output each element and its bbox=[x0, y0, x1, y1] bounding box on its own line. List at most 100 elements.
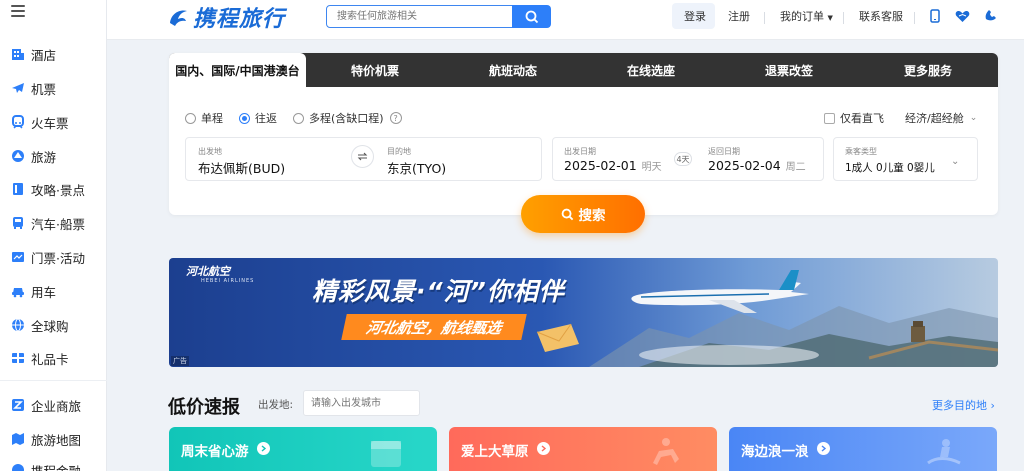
bus-icon bbox=[11, 216, 25, 230]
my-orders-menu[interactable]: 我的订单 ▼ bbox=[780, 8, 833, 26]
departure-city-input[interactable] bbox=[304, 391, 419, 415]
banner-scenery bbox=[536, 270, 998, 367]
promo-card-weekend[interactable]: 周末省心游 bbox=[169, 427, 437, 471]
to-value: 东京(TYO) bbox=[387, 161, 447, 176]
return-date-value: 2025-02-04 周二 bbox=[708, 158, 806, 173]
sidebar-item-label: 火车票 bbox=[31, 115, 69, 131]
login-link[interactable]: 登录 bbox=[684, 8, 706, 26]
return-date-field[interactable]: 返回日期 2025-02-04 周二 bbox=[697, 138, 825, 180]
sidebar-item-travel[interactable]: 旅游 bbox=[0, 144, 107, 168]
calendar-decor-icon bbox=[371, 441, 401, 467]
arrow-right-icon bbox=[817, 442, 830, 455]
ad-tag: 广告 bbox=[171, 356, 189, 366]
sidebar-item-guide[interactable]: 攻略·景点 bbox=[0, 177, 107, 201]
service-phone-icon[interactable] bbox=[983, 8, 999, 24]
search-icon bbox=[561, 208, 573, 220]
favorites-heart-icon[interactable] bbox=[954, 8, 970, 24]
menu-icon[interactable] bbox=[11, 5, 25, 19]
tab-domestic-international[interactable]: 国内、国际/中国港澳台 bbox=[169, 53, 306, 87]
depart-label: 出发日期 bbox=[564, 147, 596, 156]
direct-only-label: 仅看直飞 bbox=[840, 112, 884, 125]
return-weekday: 周二 bbox=[785, 162, 806, 173]
booking-tabbar: 国内、国际/中国港澳台 特价机票 航班动态 在线选座 退票改签 更多服务 bbox=[169, 53, 998, 87]
sidebar-item-label: 机票 bbox=[31, 81, 57, 97]
globe-icon bbox=[11, 318, 25, 332]
promo-card-seaside[interactable]: 海边浪一浪 bbox=[729, 427, 997, 471]
from-value: 布达佩斯(BUD) bbox=[198, 161, 286, 176]
dolphin-logo-icon bbox=[170, 10, 187, 26]
tab-special-fares[interactable]: 特价机票 bbox=[306, 53, 444, 87]
ctrip-logo[interactable]: 携程旅行 bbox=[167, 4, 285, 32]
flight-search-button[interactable]: 搜索 bbox=[521, 195, 645, 233]
return-label: 返回日期 bbox=[708, 147, 740, 156]
sidebar-item-global-shop[interactable]: 全球购 bbox=[0, 313, 107, 337]
ad-banner[interactable]: 河北航空 HEBEI AIRLINES 精彩风景·“河”你相伴 河北航空，航线甄… bbox=[169, 258, 998, 367]
sidebar-item-bus[interactable]: 汽车·船票 bbox=[0, 211, 107, 235]
tab-more-services[interactable]: 更多服务 bbox=[858, 53, 998, 87]
swap-cities-button[interactable] bbox=[351, 145, 374, 168]
radio-label: 往返 bbox=[255, 112, 277, 125]
flight-booking-card: 国内、国际/中国港澳台 特价机票 航班动态 在线选座 退票改签 更多服务 单程 … bbox=[169, 53, 998, 215]
sidebar-item-finance[interactable]: 携程金融 bbox=[0, 458, 107, 471]
sidebar-item-car[interactable]: 用车 bbox=[0, 279, 107, 303]
sidebar-item-giftcard[interactable]: 礼品卡 bbox=[0, 346, 107, 370]
business-icon bbox=[11, 398, 25, 412]
mobile-app-icon[interactable] bbox=[927, 8, 943, 24]
promo-card-grassland[interactable]: 爱上大草原 bbox=[449, 427, 717, 471]
depart-date-field[interactable]: 出发日期 2025-02-01 明天 bbox=[553, 138, 683, 180]
sidebar: 酒店 机票 火车票 旅游 攻略·景点 汽车·船票 门票·活动 用车 全球购 礼品… bbox=[0, 0, 107, 471]
search-button[interactable] bbox=[512, 5, 551, 28]
tab-online-seat[interactable]: 在线选座 bbox=[582, 53, 720, 87]
trip-duration-badge: 4天 bbox=[674, 152, 692, 166]
radio-circle bbox=[293, 112, 304, 124]
low-price-title: 低价速报 bbox=[168, 397, 240, 418]
guide-icon bbox=[11, 182, 25, 196]
passenger-label: 乘客类型 bbox=[845, 147, 877, 156]
radio-round-trip[interactable]: 往返 bbox=[239, 110, 277, 126]
sidebar-item-train[interactable]: 火车票 bbox=[0, 110, 107, 134]
sidebar-item-hotel[interactable]: 酒店 bbox=[0, 42, 107, 66]
arrow-right-icon bbox=[257, 442, 270, 455]
passenger-value: 1成人 0儿童 0婴儿 bbox=[845, 162, 935, 174]
sidebar-item-tickets[interactable]: 门票·活动 bbox=[0, 245, 107, 269]
sidebar-item-label: 旅游 bbox=[31, 149, 57, 165]
sidebar-item-flights[interactable]: 机票 bbox=[0, 76, 107, 100]
tab-flight-status[interactable]: 航班动态 bbox=[444, 53, 582, 87]
promo-title: 爱上大草原 bbox=[461, 444, 529, 460]
sidebar-divider bbox=[0, 380, 107, 381]
register-link[interactable]: 注册 bbox=[728, 8, 750, 26]
search-input[interactable] bbox=[327, 6, 512, 27]
sidebar-item-business[interactable]: 企业商旅 bbox=[0, 393, 107, 417]
tab-refund-change[interactable]: 退票改签 bbox=[720, 53, 858, 87]
radio-multi-city[interactable]: 多程(含缺口程) bbox=[293, 110, 384, 126]
help-question-icon[interactable]: ? bbox=[389, 112, 402, 124]
search-icon bbox=[525, 10, 538, 23]
departure-city-field[interactable]: 出发地 布达佩斯(BUD) bbox=[186, 138, 364, 180]
sidebar-item-label: 礼品卡 bbox=[31, 351, 69, 367]
from-label: 出发地 bbox=[198, 147, 222, 156]
passenger-field[interactable]: 乘客类型 1成人 0儿童 0婴儿 ⌄ bbox=[833, 137, 978, 181]
train-icon bbox=[11, 115, 25, 129]
my-orders-label: 我的订单 bbox=[780, 10, 824, 23]
plane-icon bbox=[11, 81, 25, 95]
low-price-from-field bbox=[303, 390, 420, 416]
sidebar-item-map[interactable]: 旅游地图 bbox=[0, 427, 107, 451]
sidebar-item-label: 酒店 bbox=[31, 47, 57, 63]
car-icon bbox=[11, 284, 25, 298]
horse-rider-decor-icon bbox=[653, 438, 679, 465]
direct-only-checkbox[interactable]: 仅看直飞 bbox=[824, 110, 884, 126]
cabin-class-select[interactable]: 经济/超经舱 ⌄ bbox=[905, 110, 977, 126]
promo-title: 周末省心游 bbox=[181, 444, 249, 460]
customer-service-link[interactable]: 联系客服 bbox=[859, 8, 903, 26]
hotel-icon bbox=[11, 47, 25, 61]
sidebar-item-label: 攻略·景点 bbox=[31, 182, 85, 198]
giftcard-icon bbox=[11, 351, 25, 365]
header-separator bbox=[914, 12, 915, 24]
depart-date: 2025-02-01 bbox=[564, 158, 637, 173]
search-button-label: 搜索 bbox=[578, 208, 606, 224]
arrival-city-field[interactable]: 目的地 东京(TYO) bbox=[376, 138, 543, 180]
radio-one-way[interactable]: 单程 bbox=[185, 110, 223, 126]
checkbox-box bbox=[824, 112, 835, 124]
sidebar-item-label: 汽车·船票 bbox=[31, 216, 85, 232]
more-destinations-link[interactable]: 更多目的地 › bbox=[932, 397, 995, 413]
